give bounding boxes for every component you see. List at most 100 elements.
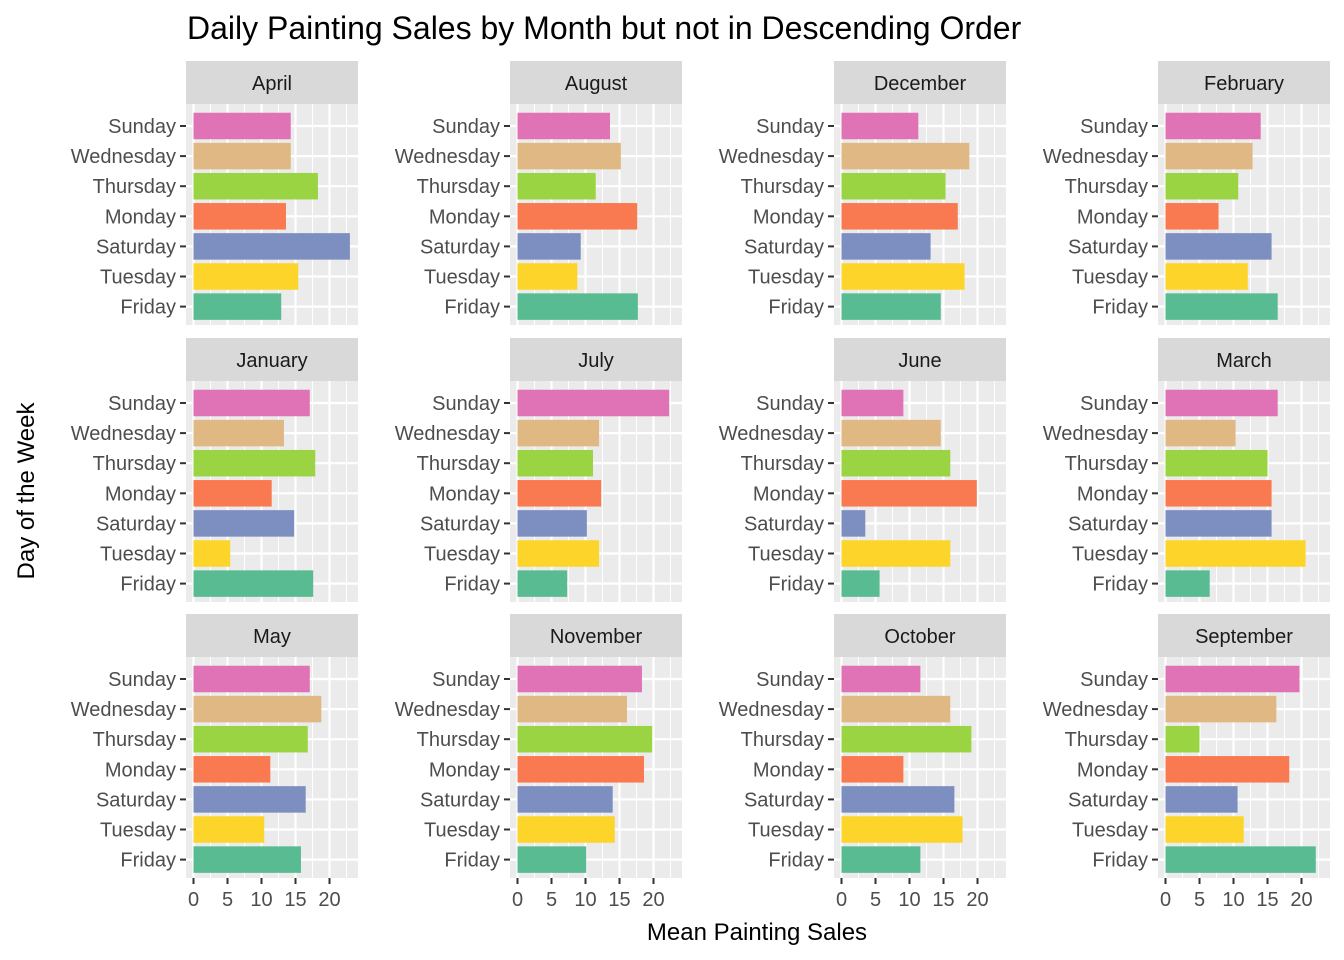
- bar-friday: [841, 570, 880, 597]
- y-tick-label: Monday: [429, 759, 500, 781]
- bar-thursday: [193, 449, 316, 477]
- y-tick-label: Wednesday: [71, 699, 176, 721]
- bar-friday: [1165, 293, 1278, 320]
- y-tick-label: Tuesday: [424, 544, 500, 566]
- chart-title: Daily Painting Sales by Month but not in…: [187, 10, 1022, 46]
- x-tick-label: 0: [1160, 889, 1171, 911]
- x-tick-label: 10: [250, 889, 272, 911]
- y-tick-label: Saturday: [420, 236, 500, 258]
- bar-sunday: [193, 389, 310, 417]
- y-tick-label: Tuesday: [100, 544, 176, 566]
- bar-thursday: [517, 449, 593, 477]
- y-tick-label: Sunday: [756, 116, 824, 138]
- bar-friday: [517, 293, 638, 320]
- y-tick-label: Sunday: [756, 669, 824, 691]
- x-tick-label: 15: [1256, 889, 1278, 911]
- panel-march: March Sunday Wednesday Thursday Monday Saturd…: [1043, 338, 1330, 602]
- bar-thursday: [841, 172, 946, 200]
- bar-friday: [193, 293, 282, 320]
- x-tick-label: 15: [284, 889, 306, 911]
- x-tick-label: 10: [898, 889, 920, 911]
- bar-monday: [517, 203, 638, 230]
- y-tick-label: Monday: [753, 206, 824, 228]
- bar-saturday: [841, 233, 931, 260]
- x-tick-label: 10: [1222, 889, 1244, 911]
- bar-wednesday: [193, 419, 284, 447]
- y-tick-label: Friday: [768, 850, 824, 872]
- x-tick-label: 20: [1290, 889, 1312, 911]
- bar-tuesday: [517, 263, 578, 290]
- bar-thursday: [193, 172, 318, 200]
- bar-monday: [841, 203, 958, 230]
- bar-sunday: [517, 665, 642, 693]
- bar-monday: [1165, 480, 1272, 507]
- y-tick-label: Saturday: [96, 789, 176, 811]
- y-tick-label: Friday: [444, 850, 500, 872]
- bar-saturday: [1165, 510, 1272, 537]
- x-tick-label: 5: [222, 889, 233, 911]
- bar-monday: [193, 203, 286, 230]
- y-tick-label: Saturday: [1068, 236, 1148, 258]
- y-tick-label: Tuesday: [100, 267, 176, 289]
- panel-august: August Sunday Wednesday Thursday Monday Satur…: [395, 61, 682, 325]
- y-tick-label: Thursday: [741, 176, 824, 198]
- faceted-bar-chart: Daily Painting Sales by Month but not in…: [13, 10, 1330, 946]
- bar-tuesday: [193, 816, 265, 843]
- bar-sunday: [517, 112, 610, 140]
- y-tick-label: Monday: [1077, 483, 1148, 505]
- y-tick-label: Wednesday: [71, 423, 176, 445]
- y-tick-label: Tuesday: [748, 267, 824, 289]
- facet-strip-label: March: [1216, 350, 1272, 372]
- y-tick-label: Thursday: [417, 729, 500, 751]
- bar-wednesday: [1165, 419, 1236, 447]
- facet-strip-label: May: [253, 626, 291, 648]
- bar-sunday: [1165, 112, 1261, 140]
- y-tick-label: Friday: [768, 574, 824, 596]
- bar-saturday: [193, 510, 295, 537]
- bar-tuesday: [1165, 540, 1306, 567]
- panel-january: January Sunday Wednesday Thursday Monday Satu…: [71, 338, 358, 602]
- y-tick-label: Monday: [753, 759, 824, 781]
- y-tick-label: Sunday: [432, 669, 500, 691]
- y-tick-label: Thursday: [741, 453, 824, 475]
- y-tick-label: Thursday: [93, 453, 176, 475]
- bar-wednesday: [517, 419, 600, 447]
- y-tick-label: Friday: [1092, 574, 1148, 596]
- x-tick-label: 0: [512, 889, 523, 911]
- bar-friday: [517, 570, 568, 597]
- y-tick-label: Wednesday: [1043, 699, 1148, 721]
- bar-saturday: [841, 510, 866, 537]
- y-tick-label: Sunday: [108, 393, 176, 415]
- bar-saturday: [841, 786, 955, 813]
- bar-friday: [517, 846, 587, 873]
- facet-strip-label: January: [236, 350, 307, 372]
- bar-sunday: [841, 389, 904, 417]
- y-tick-label: Wednesday: [395, 423, 500, 445]
- y-tick-label: Friday: [120, 574, 176, 596]
- bar-sunday: [1165, 389, 1278, 417]
- y-tick-label: Monday: [753, 483, 824, 505]
- y-tick-label: Wednesday: [719, 146, 824, 168]
- y-tick-label: Sunday: [108, 669, 176, 691]
- y-tick-label: Tuesday: [100, 820, 176, 842]
- y-tick-label: Saturday: [1068, 513, 1148, 535]
- bar-sunday: [1165, 665, 1300, 693]
- bar-saturday: [193, 233, 350, 260]
- bar-friday: [193, 846, 301, 873]
- x-tick-label: 5: [870, 889, 881, 911]
- y-tick-label: Wednesday: [71, 146, 176, 168]
- x-tick-label: 20: [642, 889, 664, 911]
- facet-strip-label: December: [874, 73, 967, 95]
- bar-tuesday: [1165, 263, 1248, 290]
- bar-saturday: [517, 786, 613, 813]
- x-tick-label: 5: [1194, 889, 1205, 911]
- y-tick-label: Friday: [1092, 850, 1148, 872]
- bar-tuesday: [1165, 816, 1244, 843]
- panel-april: April Sunday Wednesday Thursday Monday Saturd…: [71, 61, 358, 325]
- y-tick-label: Monday: [105, 206, 176, 228]
- y-tick-label: Saturday: [420, 789, 500, 811]
- bar-wednesday: [1165, 142, 1253, 170]
- y-tick-label: Sunday: [432, 393, 500, 415]
- bar-monday: [517, 480, 602, 507]
- x-tick-label: 10: [574, 889, 596, 911]
